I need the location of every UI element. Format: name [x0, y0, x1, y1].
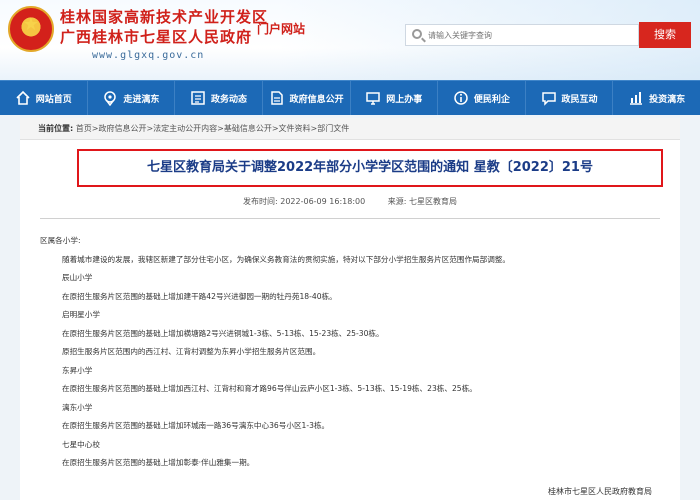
chart-icon — [628, 90, 644, 106]
search-input[interactable] — [428, 27, 633, 43]
article-meta: 发布时间: 2022-06-09 16:18:00 来源: 七星区教育局 — [20, 196, 680, 207]
info-icon — [453, 90, 469, 106]
article-paragraph: 启明星小学 — [62, 310, 100, 319]
main-nav: 网站首页 走进漓东 政务动态 政府信息公开 网上办事 便民利企 政民互动 投资漓… — [0, 80, 700, 115]
news-icon — [190, 90, 206, 106]
search-button[interactable]: 搜索 — [639, 22, 691, 48]
nav-label: 政民互动 — [561, 94, 598, 105]
nav-label: 走进漓东 — [123, 94, 160, 105]
national-emblem-icon: ★ — [8, 6, 54, 52]
article-paragraph: 在原招生服务片区范围的基础上增加彰泰·伴山雅集一期。 — [62, 458, 255, 467]
article-body: 区属各小学: 随着城市建设的发展，我辖区新建了部分住宅小区，为确保义务教育法的贯彻… — [40, 232, 660, 473]
nav-label: 便民利企 — [473, 94, 510, 105]
publish-time: 发布时间: 2022-06-09 16:18:00 — [243, 197, 366, 206]
nav-item-interaction[interactable]: 政民互动 — [526, 81, 614, 115]
nav-label: 政务动态 — [211, 94, 248, 105]
site-url: www.glgxq.gov.cn — [92, 50, 205, 61]
article-paragraph: 在原招生服务片区范围的基础上增加横塘路2号兴进铜城1-3栋、5-13栋、15-2… — [62, 328, 384, 338]
divider — [40, 218, 660, 219]
article-paragraph: 原招生服务片区范围内的西江村、江背村调整为东昇小学招生服务片区范围。 — [62, 347, 321, 356]
article-title: 七星区教育局关于调整2022年部分小学学区范围的通知 星教〔2022〕21号 — [147, 160, 593, 175]
nav-label: 政府信息公开 — [289, 94, 344, 105]
location-icon — [102, 90, 118, 106]
nav-item-open-info[interactable]: 政府信息公开 — [263, 81, 351, 115]
document-icon — [269, 90, 285, 106]
breadcrumb: 当前位置: 首页>政府信息公开>法定主动公开内容>基础信息公开>文件资料>部门文… — [20, 118, 680, 140]
nav-label: 网上办事 — [386, 94, 423, 105]
nav-item-online-service[interactable]: 网上办事 — [351, 81, 439, 115]
portal-label: 门户网站 — [257, 22, 306, 36]
nav-item-convenience[interactable]: 便民利企 — [438, 81, 526, 115]
article-paragraph: 辰山小学 — [62, 273, 93, 282]
nav-item-home[interactable]: 网站首页 — [0, 81, 88, 115]
nav-label: 投资漓东 — [649, 94, 686, 105]
home-icon — [15, 90, 31, 106]
article-source: 来源: 七星区教育局 — [387, 197, 457, 206]
article-paragraph: 区属各小学: — [40, 236, 81, 245]
site-name-line1: 桂林国家高新技术产业开发区 — [60, 8, 269, 26]
nav-item-about[interactable]: 走进漓东 — [88, 81, 176, 115]
article-title-box: 七星区教育局关于调整2022年部分小学学区范围的通知 星教〔2022〕21号 — [77, 149, 663, 187]
breadcrumb-path[interactable]: 首页>政府信息公开>法定主动公开内容>基础信息公开>文件资料>部门文件 — [76, 124, 350, 133]
article-paragraph: 在原招生服务片区范围的基础上增加西江村、江背村和育才路96号伴山云庐小区1-3栋… — [62, 384, 477, 393]
chat-icon — [541, 90, 557, 106]
article-card: 当前位置: 首页>政府信息公开>法定主动公开内容>基础信息公开>文件资料>部门文… — [20, 118, 680, 500]
breadcrumb-label: 当前位置: — [38, 124, 74, 133]
article-paragraph: 东昇小学 — [62, 365, 93, 375]
article-paragraph: 漓东小学 — [62, 402, 93, 412]
search-box — [405, 24, 639, 46]
article-signoff: 桂林市七星区人民政府教育局 — [548, 487, 652, 496]
nav-label: 网站首页 — [35, 94, 72, 105]
site-header: ★ 桂林国家高新技术产业开发区 广西桂林市七星区人民政府 门户网站 www.gl… — [0, 0, 700, 80]
article-paragraph: 在原招生服务片区范围的基础上增加环城南一路36号漓东中心36号小区1-3栋。 — [62, 421, 330, 430]
site-name-line2: 广西桂林市七星区人民政府 — [60, 28, 253, 46]
nav-item-news[interactable]: 政务动态 — [175, 81, 263, 115]
article-paragraph: 随着城市建设的发展，我辖区新建了部分住宅小区，为确保义务教育法的贯彻实施，特对以… — [62, 254, 511, 264]
article-paragraph: 在原招生服务片区范围的基础上增加建干路42号兴进御园一期的牡丹苑18-40栋。 — [62, 291, 337, 301]
search-icon — [412, 29, 422, 39]
monitor-icon — [365, 90, 381, 106]
article-paragraph: 七星中心校 — [62, 439, 100, 449]
nav-item-investment[interactable]: 投资漓东 — [613, 81, 700, 115]
